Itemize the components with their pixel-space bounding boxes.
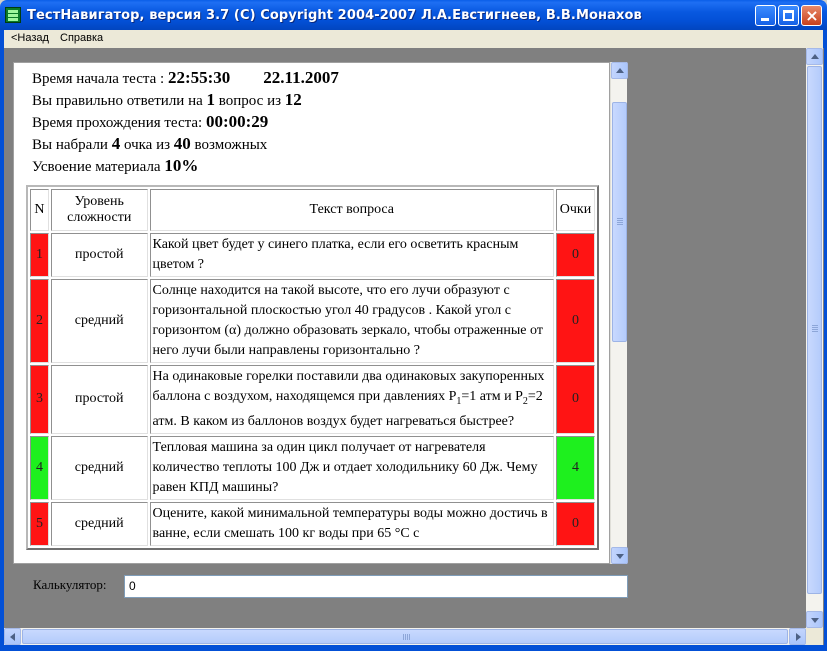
duration-line: Время прохождения теста: 00:00:29 [32, 111, 339, 133]
row-number: 5 [30, 501, 49, 546]
score-prefix: Вы набрали [32, 137, 112, 153]
row-question: Оцените, какой минимальной температуры в… [149, 501, 555, 546]
mastery-value: 10% [164, 156, 199, 175]
close-icon: × [805, 6, 819, 25]
menu-help[interactable]: Справка [60, 32, 103, 44]
row-points: 0 [556, 279, 595, 363]
document-vertical-scrollbar[interactable] [610, 62, 628, 564]
correct-count: 1 [206, 90, 216, 109]
table-header-row: N Уровень сложности Текст вопроса Очки [30, 189, 595, 231]
results-document: Время начала теста : 22:55:30 22.11.2007 … [13, 62, 610, 564]
scroll-left-button[interactable] [4, 628, 21, 645]
score-middle: очка из [120, 137, 174, 153]
row-points: 0 [556, 233, 595, 277]
table-row: 1 простой Какой цвет будет у синего плат… [30, 233, 595, 277]
start-time-line: Время начала теста : 22:55:30 22.11.2007 [32, 67, 339, 89]
row-points: 0 [556, 501, 595, 546]
question-text-part: =1 атм и P [461, 389, 523, 404]
row-number: 1 [30, 233, 49, 277]
window-scroll-thumb[interactable] [807, 66, 822, 594]
window-horizontal-scrollbar[interactable] [4, 628, 806, 645]
minimize-icon [761, 18, 769, 21]
title-bar[interactable]: ТестНавигатор, версия 3.7 (C) Copyright … [0, 0, 827, 30]
row-level: средний [50, 279, 148, 363]
correct-prefix: Вы правильно ответили на [32, 93, 207, 109]
header-points: Очки [556, 189, 595, 231]
arrow-right-icon [796, 633, 801, 641]
duration-label: Время прохождения теста: [32, 115, 206, 131]
row-question: На одинаковые горелки поставили два один… [149, 365, 555, 434]
row-number: 4 [30, 435, 49, 500]
row-level: средний [50, 501, 148, 546]
table-row: 2 средний Солнце находится на такой высо… [30, 279, 595, 363]
menu-back[interactable]: <Назад [11, 32, 49, 44]
mastery-label: Усвоение материала [32, 159, 165, 175]
window-scroll-down-button[interactable] [806, 611, 823, 628]
row-points: 4 [556, 435, 595, 500]
scroll-up-button[interactable] [611, 62, 628, 79]
results-summary: Время начала теста : 22:55:30 22.11.2007 … [32, 67, 339, 177]
grip-icon [403, 634, 404, 640]
scroll-thumb[interactable] [612, 102, 627, 342]
scroll-down-button[interactable] [611, 547, 628, 564]
close-button[interactable]: × [801, 5, 822, 26]
scrollbar-corner [806, 628, 823, 645]
row-level: простой [50, 233, 148, 277]
total-questions: 12 [284, 90, 302, 109]
app-icon[interactable] [5, 7, 21, 23]
correct-answers-line: Вы правильно ответили на 1 вопрос из 12 [32, 89, 339, 111]
score-line: Вы набрали 4 очка из 40 возможных [32, 133, 339, 155]
table-row: 3 простой На одинаковые горелки поставил… [30, 365, 595, 434]
window-vertical-scrollbar[interactable] [806, 48, 823, 628]
score-max: 40 [173, 134, 191, 153]
row-level: средний [50, 435, 148, 500]
mastery-line: Усвоение материала 10% [32, 155, 339, 177]
minimize-button[interactable] [755, 5, 776, 26]
grip-icon [812, 325, 818, 326]
duration-value: 00:00:29 [205, 112, 269, 131]
correct-middle: вопрос из [215, 93, 285, 109]
row-number: 3 [30, 365, 49, 434]
table-row: 4 средний Тепловая машина за один цикл п… [30, 435, 595, 500]
grip-icon [617, 218, 623, 219]
calculator-input[interactable]: 0 [124, 575, 628, 598]
row-question: Солнце находится на такой высоте, что ег… [149, 279, 555, 363]
window-scroll-up-button[interactable] [806, 48, 823, 65]
arrow-up-icon [811, 54, 819, 59]
start-time-label: Время начала теста : [32, 71, 168, 87]
start-time-value: 22:55:30 [167, 68, 231, 87]
row-question: Какой цвет будет у синего платка, если е… [149, 233, 555, 277]
results-table: N Уровень сложности Текст вопроса Очки 1… [26, 185, 599, 550]
maximize-button[interactable] [778, 5, 799, 26]
arrow-down-icon [811, 618, 819, 623]
maximize-icon [783, 10, 794, 21]
row-points: 0 [556, 365, 595, 434]
arrow-left-icon [10, 633, 15, 641]
table-row: 5 средний Оцените, какой минимальной тем… [30, 501, 595, 546]
horizontal-scroll-thumb[interactable] [22, 629, 788, 644]
row-question: Тепловая машина за один цикл получает от… [149, 435, 555, 500]
scroll-right-button[interactable] [789, 628, 806, 645]
score-suffix: возможных [190, 137, 268, 153]
menu-bar: <Назад Справка [4, 30, 823, 48]
row-number: 2 [30, 279, 49, 363]
header-text: Текст вопроса [149, 189, 555, 231]
arrow-up-icon [616, 68, 624, 73]
header-n: N [30, 189, 49, 231]
calculator-label: Калькулятор: [33, 577, 107, 592]
window-title: ТестНавигатор, версия 3.7 (C) Copyright … [27, 8, 642, 23]
window-frame-bottom [0, 645, 827, 651]
header-level: Уровень сложности [50, 189, 148, 231]
start-date-value: 22.11.2007 [263, 68, 339, 87]
arrow-down-icon [616, 554, 624, 559]
score-value: 4 [111, 134, 121, 153]
row-level: простой [50, 365, 148, 434]
